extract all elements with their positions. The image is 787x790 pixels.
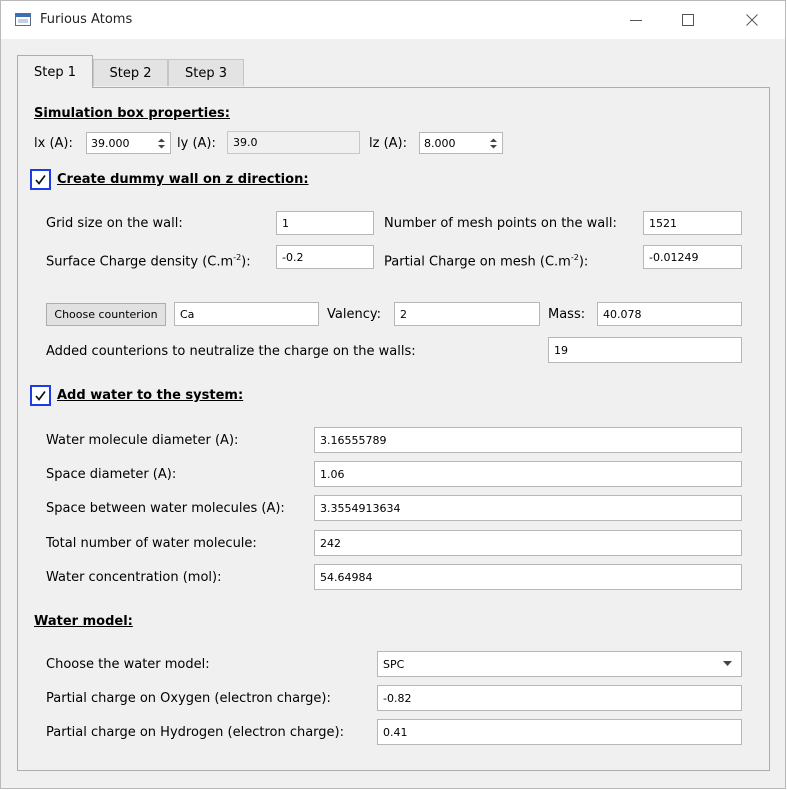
grid-size-label: Grid size on the wall:	[46, 216, 183, 231]
oxygen-charge-field[interactable]: -0.82	[377, 685, 742, 711]
app-icon	[15, 13, 31, 26]
total-water-field[interactable]: 242	[314, 530, 742, 556]
mass-label: Mass:	[548, 307, 586, 322]
lx-value: 39.000	[91, 136, 130, 150]
minimize-button[interactable]	[613, 3, 659, 37]
partial-charge-mesh-label: Partial Charge on mesh (C.m-2):	[384, 253, 589, 270]
dummy-wall-checkbox[interactable]	[30, 169, 51, 190]
lx-label: lx (A):	[34, 136, 73, 151]
spin-arrows-icon[interactable]	[153, 134, 169, 152]
surface-charge-label: Surface Charge density (C.m-2):	[46, 253, 251, 270]
lx-spinbox[interactable]: 39.000	[86, 132, 171, 154]
surface-charge-field[interactable]: -0.2	[276, 245, 374, 269]
lz-value: 8.000	[424, 136, 456, 150]
add-water-checkbox[interactable]	[30, 385, 51, 406]
water-concentration-field[interactable]: 54.64984	[314, 564, 742, 590]
choose-counterion-button[interactable]: Choose counterion	[46, 303, 166, 326]
tab-step-2[interactable]: Step 2	[93, 59, 168, 86]
checkmark-icon	[35, 174, 46, 185]
lz-spinbox[interactable]: 8.000	[419, 132, 503, 154]
valency-label: Valency:	[327, 307, 381, 322]
space-between-label: Space between water molecules (A):	[46, 501, 285, 516]
dummy-wall-label[interactable]: Create dummy wall on z direction:	[57, 172, 309, 187]
valency-field[interactable]: 2	[394, 302, 540, 326]
water-concentration-label: Water concentration (mol):	[46, 570, 222, 585]
hydrogen-charge-label: Partial charge on Hydrogen (electron cha…	[46, 725, 344, 740]
chevron-down-icon	[723, 661, 732, 666]
oxygen-charge-label: Partial charge on Oxygen (electron charg…	[46, 691, 331, 706]
added-counterions-label: Added counterions to neutralize the char…	[46, 344, 416, 359]
spin-arrows-icon[interactable]	[485, 134, 501, 152]
water-model-value: SPC	[383, 657, 405, 671]
space-between-field[interactable]: 3.3554913634	[314, 495, 742, 521]
step-1-panel: Simulation box properties: lx (A): 39.00…	[17, 87, 770, 771]
lz-label: lz (A):	[369, 136, 407, 151]
close-icon	[746, 14, 758, 26]
partial-charge-mesh-field[interactable]: -0.01249	[643, 245, 742, 269]
simulation-box-heading: Simulation box properties:	[34, 106, 230, 121]
app-window: Furious Atoms Step 1 Step 2 Step 3 Simul…	[0, 0, 786, 789]
water-diameter-label: Water molecule diameter (A):	[46, 433, 239, 448]
tab-step-3[interactable]: Step 3	[168, 59, 244, 86]
hydrogen-charge-field[interactable]: 0.41	[377, 719, 742, 745]
checkmark-icon	[35, 390, 46, 401]
maximize-button[interactable]	[665, 3, 711, 37]
space-diameter-label: Space diameter (A):	[46, 467, 177, 482]
tab-step-1[interactable]: Step 1	[17, 55, 93, 88]
added-counterions-field[interactable]: 19	[548, 337, 742, 363]
ly-label: ly (A):	[177, 136, 216, 151]
maximize-icon	[682, 14, 694, 26]
space-diameter-field[interactable]: 1.06	[314, 461, 742, 487]
title-bar[interactable]: Furious Atoms	[1, 1, 785, 39]
close-button[interactable]	[729, 3, 775, 37]
water-model-heading: Water model:	[34, 614, 133, 629]
mass-field[interactable]: 40.078	[597, 302, 742, 326]
water-model-select[interactable]: SPC	[377, 651, 742, 677]
add-water-label[interactable]: Add water to the system:	[57, 388, 243, 403]
choose-water-model-label: Choose the water model:	[46, 657, 210, 672]
water-diameter-field[interactable]: 3.16555789	[314, 427, 742, 453]
minimize-icon	[630, 20, 642, 21]
grid-size-field[interactable]: 1	[276, 211, 374, 235]
mesh-points-label: Number of mesh points on the wall:	[384, 216, 617, 231]
ly-field[interactable]: 39.0	[227, 131, 360, 154]
counterion-field[interactable]: Ca	[174, 302, 319, 326]
window-title: Furious Atoms	[40, 12, 133, 27]
total-water-label: Total number of water molecule:	[46, 536, 257, 551]
mesh-points-field[interactable]: 1521	[643, 211, 742, 235]
